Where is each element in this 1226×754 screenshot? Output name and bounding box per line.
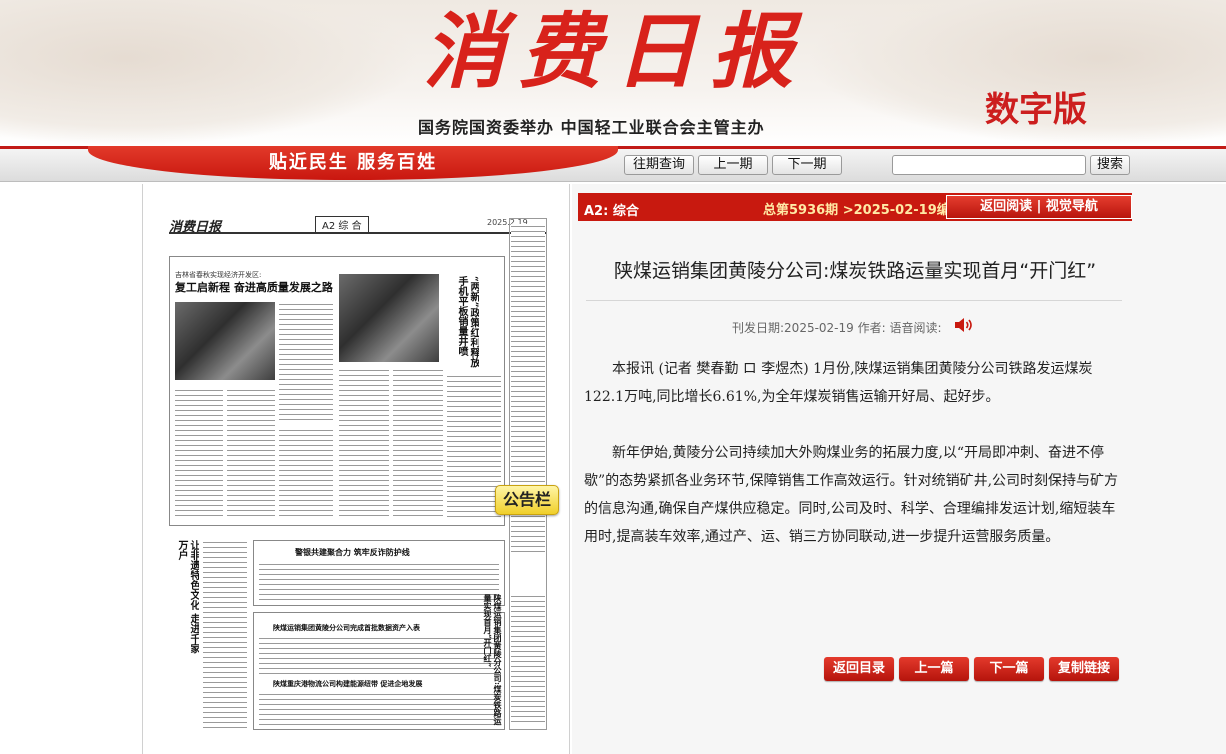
text-column — [259, 636, 499, 676]
speaker-icon[interactable] — [953, 317, 975, 333]
text-column — [175, 388, 223, 520]
next-issue-button[interactable]: 下一期 — [772, 155, 842, 175]
text-column — [259, 692, 499, 728]
digital-edition-label: 数字版 — [985, 90, 1087, 130]
sponsor-line: 国务院国资委举办 中国轻工业联合会主管主办 — [418, 118, 765, 137]
title-divider — [586, 300, 1122, 301]
article-section: A2: 综合 — [584, 204, 639, 219]
text-column — [511, 594, 545, 726]
article-title: 陕煤运销集团黄陵分公司:煤炭铁路运量实现首月“开门红” — [613, 260, 1097, 282]
notice-board-button[interactable]: 公告栏 — [495, 485, 559, 515]
prev-article-button[interactable]: 上一篇 — [899, 657, 969, 681]
text-column — [259, 562, 499, 602]
story-photo-2 — [339, 274, 439, 362]
text-column — [447, 374, 501, 520]
text-column — [279, 302, 333, 422]
headline-1-kicker: 吉林省春秋实现经济开发区: — [175, 271, 262, 279]
text-column — [339, 368, 389, 520]
prev-issue-button[interactable]: 上一期 — [698, 155, 768, 175]
search-input[interactable] — [892, 155, 1086, 175]
text-column — [227, 388, 275, 520]
headline-5[interactable]: 陕煤运销集团黄陵分公司完成首批数据资产入表 — [273, 623, 420, 632]
headline-7[interactable]: 陕煤运销集团黄陵分公司:煤炭铁路运量实现首月“开门红” — [483, 594, 503, 728]
masthead-logo: 消费日报 — [423, 4, 807, 100]
paper-logo: 消费日报 — [169, 220, 222, 235]
next-article-button[interactable]: 下一篇 — [974, 657, 1044, 681]
newspaper-page[interactable]: 消费日报 A2 综 合 2025.2.19 吉林省春秋实现经济开发区: 复工启新… — [142, 184, 570, 754]
text-column — [279, 428, 333, 520]
headline-3[interactable]: 警银共建聚合力 筑牢反诈防护线 — [295, 547, 410, 557]
text-column — [203, 540, 247, 730]
article-body: 本报讯 (记者 樊春勤 ロ 李煜杰) 1月份,陕煤运销集团黄陵分公司铁路发运煤炭… — [584, 355, 1120, 579]
search-button[interactable]: 搜索 — [1090, 155, 1130, 175]
headline-2[interactable]: “两新”政策红利释放 手机平板销量井喷 — [455, 276, 479, 372]
headline-4[interactable]: 让非遗特色文化 走进千家万户 — [175, 540, 199, 660]
article-meta: 刊发日期:2025-02-19 作者: 语音阅读: — [732, 321, 942, 335]
paper-section: A2 综 合 — [315, 216, 369, 233]
headline-6[interactable]: 陕煤重庆港物流公司构建能源纽带 促进企地发展 — [273, 679, 422, 688]
issue-info: 总第5936期 >2025-02-19编印 — [763, 203, 963, 218]
text-column — [393, 368, 443, 520]
paper-header: 消费日报 A2 综 合 2025.2.19 — [169, 216, 547, 235]
masthead-decoration-left — [0, 0, 420, 146]
archive-button[interactable]: 往期查询 — [624, 155, 694, 175]
copy-link-button[interactable]: 复制链接 — [1049, 657, 1119, 681]
back-to-toc-button[interactable]: 返回目录 — [824, 657, 894, 681]
masthead: 消费日报 数字版 国务院国资委举办 中国轻工业联合会主管主办 — [0, 0, 1226, 146]
article-paragraph: 本报讯 (记者 樊春勤 ロ 李煜杰) 1月份,陕煤运销集团黄陵分公司铁路发运煤炭… — [584, 361, 1093, 405]
page: 消费日报 数字版 国务院国资委举办 中国轻工业联合会主管主办 贴近民生 服务百姓… — [0, 0, 1226, 754]
headline-1[interactable]: 复工启新程 奋进高质量发展之路 — [175, 281, 333, 295]
story-photo-1 — [175, 302, 275, 380]
back-to-reading-button[interactable]: 返回阅读 | 视觉导航 — [946, 195, 1132, 219]
article-paragraph: 新年伊始,黄陵分公司持续加大外购煤业务的拓展力度,以“开局即冲刺、奋进不停歇”的… — [584, 445, 1119, 545]
